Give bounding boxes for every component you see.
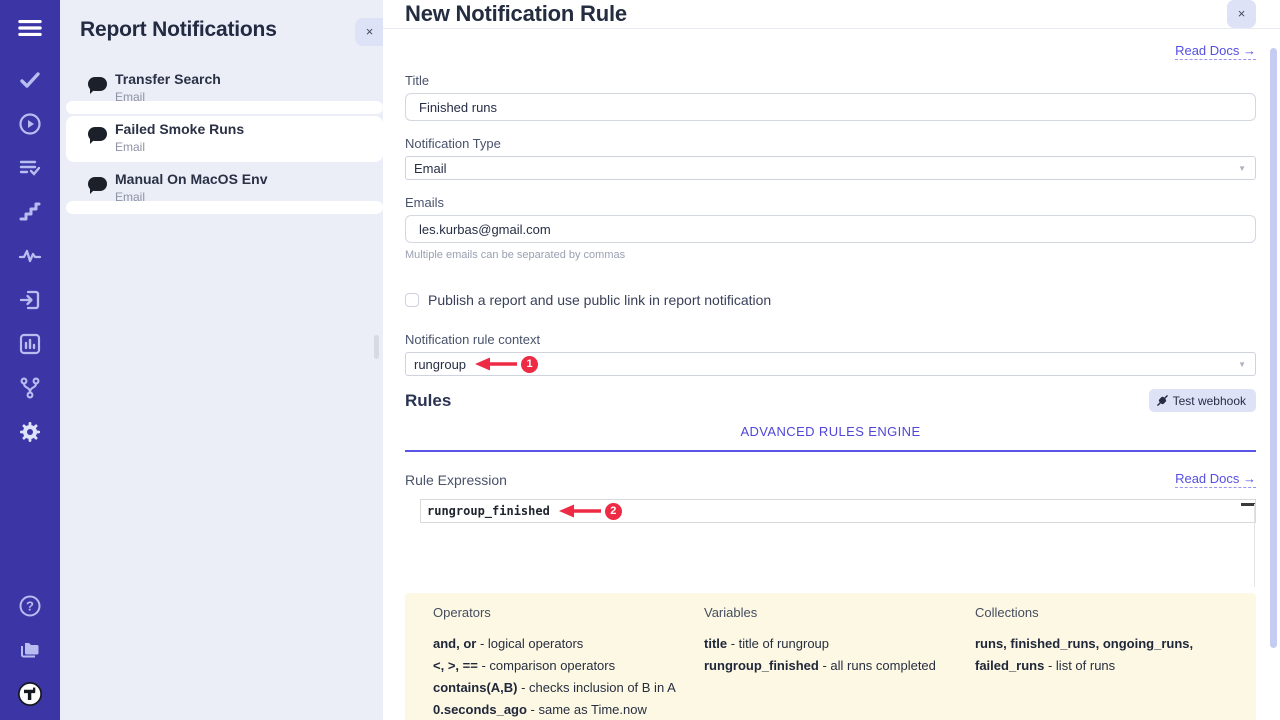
rule-expression-label: Rule Expression [405,472,507,488]
emails-input[interactable] [405,215,1256,243]
svg-text:?: ? [26,599,34,614]
help-column-operators: Operators and, or - logical operators <,… [433,605,704,720]
plug-icon [1157,395,1168,406]
rule-context-label: Notification rule context [405,332,1256,347]
rules-tabbar: ADVANCED RULES ENGINE [405,423,1256,452]
red-arrow-left-icon [475,357,517,371]
report-notifications-panel: Report Notifications × Transfer Search E… [60,0,383,720]
help-column-variables: Variables title - title of rungroup rung… [704,605,975,720]
chat-bubble-icon [88,77,107,94]
annotation-1-badge: 1 [521,356,538,373]
bar-chart-icon[interactable] [18,332,42,356]
notification-type: Email [115,190,267,205]
rule-context-value: rungroup [414,357,466,372]
list-item[interactable]: Failed Smoke Runs Email [66,116,383,162]
help-entry: 0.seconds_ago - same as Time.now [433,699,690,720]
help-entry: contains(A,B) - checks inclusion of B in… [433,677,690,699]
test-webhook-button[interactable]: Test webhook [1149,389,1256,412]
title-input[interactable] [405,93,1256,121]
red-arrow-left-icon [559,504,601,518]
tab-advanced-rules-engine[interactable]: ADVANCED RULES ENGINE [740,424,920,439]
list-item[interactable]: Manual On MacOS Env Email [66,166,383,212]
annotation-2: 2 [559,503,622,520]
chevron-down-icon: ▼ [1238,360,1246,369]
read-docs-link-rules[interactable]: Read Docs → [1175,471,1256,488]
chevron-down-icon: ▼ [1238,164,1246,173]
notification-type-select[interactable]: Email ▼ [405,156,1256,180]
branch-icon[interactable] [18,376,42,400]
title-label: Title [405,73,1256,88]
list-check-icon[interactable] [18,156,42,180]
help-entry: title - title of rungroup [704,633,961,655]
help-entry: and, or - logical operators [433,633,690,655]
expression-help-box: Operators and, or - logical operators <,… [405,593,1256,720]
help-icon[interactable]: ? [18,594,42,618]
play-circle-icon[interactable] [18,112,42,136]
app-window: ? Report Notifications × Transfer Search… [0,0,1280,720]
notification-type-value: Email [414,161,447,176]
list-item[interactable]: Transfer Search Email [66,66,383,112]
new-notification-rule-dialog: New Notification Rule × Read Docs → Titl… [383,0,1280,720]
help-entry: rungroup_finished - all runs completed [704,655,961,677]
help-entry: <, >, == - comparison operators [433,655,690,677]
icon-rail: ? [0,0,60,720]
editor-scroll-track [1254,504,1255,587]
notification-type: Email [115,90,221,105]
panel-title: Report Notifications [80,18,277,42]
panel-scrollbar[interactable] [374,335,379,359]
logo-t[interactable] [18,682,42,706]
rule-context-select[interactable]: rungroup 1 ▼ [405,352,1256,376]
folders-icon[interactable] [18,638,42,662]
rule-expression-value: rungroup_finished [427,504,550,518]
editor-scroll-handle[interactable] [1241,503,1255,506]
dialog-close-button[interactable]: × [1227,0,1256,28]
emails-label: Emails [405,195,1256,210]
rule-expression-editor[interactable]: rungroup_finished 2 [405,499,1256,587]
menu-icon[interactable] [18,16,42,40]
notification-title: Failed Smoke Runs [115,121,244,138]
help-column-heading: Variables [704,605,961,620]
import-icon[interactable] [18,288,42,312]
activity-icon[interactable] [18,244,42,268]
gear-icon[interactable] [18,420,42,444]
annotation-1: 1 [475,356,538,373]
panel-close-button[interactable]: × [355,18,384,46]
read-docs-link[interactable]: Read Docs → [1175,43,1256,60]
steps-icon[interactable] [18,200,42,224]
notification-list: Transfer Search Email Failed Smoke Runs … [60,66,383,212]
publish-report-checkbox[interactable] [405,293,419,307]
help-column-collections: Collections runs, finished_runs, ongoing… [975,605,1246,720]
emails-hint: Multiple emails can be separated by comm… [405,249,1256,261]
chat-bubble-icon [88,177,107,194]
help-column-heading: Collections [975,605,1232,620]
notification-type-label: Notification Type [405,136,1256,151]
page-title: New Notification Rule [405,1,627,27]
publish-report-label: Publish a report and use public link in … [428,292,771,308]
chat-bubble-icon [88,127,107,144]
check-icon[interactable] [18,68,42,92]
notification-title: Transfer Search [115,71,221,88]
help-column-heading: Operators [433,605,690,620]
help-entry: runs, finished_runs, ongoing_runs, faile… [975,633,1232,677]
notification-type: Email [115,140,244,155]
notification-title: Manual On MacOS Env [115,171,267,188]
page-scrollbar[interactable] [1270,48,1277,648]
rules-heading: Rules [405,391,451,411]
annotation-2-badge: 2 [605,503,622,520]
